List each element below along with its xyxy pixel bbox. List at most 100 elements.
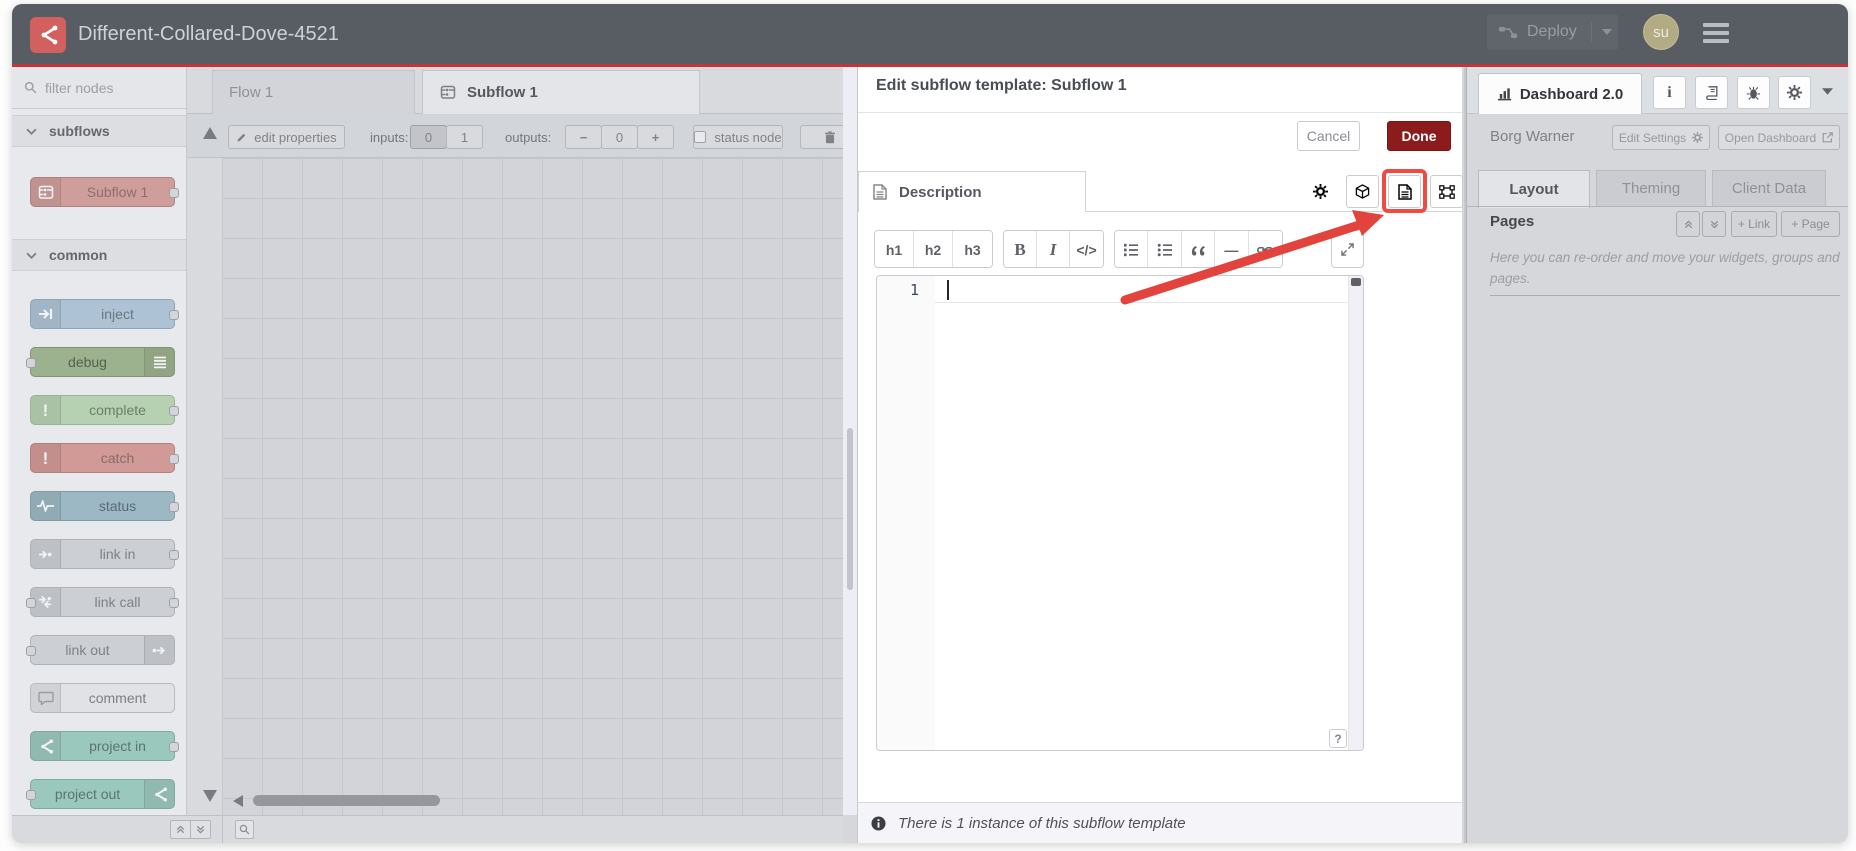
node-port-right[interactable] bbox=[169, 598, 179, 608]
canvas-zoom-search-button[interactable] bbox=[235, 820, 254, 839]
editor-help-button[interactable]: ? bbox=[1329, 729, 1347, 748]
status-node-checkbox[interactable] bbox=[694, 131, 707, 143]
tab-flow-1[interactable]: Flow 1 bbox=[212, 70, 415, 114]
palette-node-complete[interactable]: ! complete bbox=[30, 395, 179, 425]
sidebar-tab-layout[interactable]: Layout bbox=[1478, 170, 1590, 208]
palette-filter[interactable]: filter nodes bbox=[12, 67, 186, 109]
palette-node-link-call[interactable]: link call bbox=[26, 587, 179, 617]
md-hr-button[interactable]: — bbox=[1215, 231, 1249, 267]
palette-filter-placeholder: filter nodes bbox=[45, 79, 114, 96]
md-ol-button[interactable] bbox=[1115, 231, 1149, 267]
inject-icon bbox=[31, 300, 61, 328]
md-quote-button[interactable] bbox=[1181, 231, 1216, 267]
tab-subflow-1[interactable]: Subflow 1 bbox=[422, 70, 700, 114]
node-port-right[interactable] bbox=[169, 310, 179, 320]
debug-tab-button[interactable] bbox=[1737, 76, 1770, 109]
outputs-value-label: 0 bbox=[615, 129, 624, 145]
node-port-left[interactable] bbox=[26, 790, 36, 800]
md-bold-button[interactable]: B bbox=[1004, 231, 1037, 267]
node-port-right[interactable] bbox=[169, 742, 179, 752]
double-chevron-up-icon bbox=[176, 825, 185, 834]
palette-node-inject[interactable]: inject bbox=[30, 299, 179, 329]
md-link-button[interactable] bbox=[1248, 231, 1282, 267]
palette-node-project-out[interactable]: project out bbox=[26, 779, 175, 809]
node-label: link call bbox=[94, 594, 141, 610]
outputs-value[interactable]: 0 bbox=[601, 125, 638, 149]
node-port-right[interactable] bbox=[169, 550, 179, 560]
node-port-left[interactable] bbox=[26, 646, 36, 656]
config-tab-button[interactable] bbox=[1778, 76, 1811, 109]
node-port-left[interactable] bbox=[26, 358, 36, 368]
node-port-left[interactable] bbox=[26, 598, 36, 608]
md-toolbar-group: — bbox=[1114, 230, 1283, 268]
node-label: catch bbox=[100, 450, 135, 466]
inputs-1-button[interactable]: 1 bbox=[446, 125, 483, 149]
node-red-window: Different-Collared-Dove-4521 Deploy su f… bbox=[12, 4, 1848, 843]
md-h3-button[interactable]: h3 bbox=[953, 231, 992, 267]
user-avatar[interactable]: su bbox=[1643, 14, 1679, 50]
add-page-button[interactable]: + Page bbox=[1781, 211, 1840, 237]
md-h2-button[interactable]: h2 bbox=[914, 231, 953, 267]
md-toolbar-group: B I </> bbox=[1003, 230, 1104, 268]
palette-node-Subflow-1[interactable]: Subflow 1 bbox=[30, 177, 179, 207]
edit-properties-button[interactable]: edit properties bbox=[228, 125, 345, 149]
status-node-toggle[interactable]: status node bbox=[693, 125, 783, 149]
add-link-button[interactable]: + Link bbox=[1731, 211, 1777, 237]
md-italic-button[interactable]: I bbox=[1037, 231, 1070, 267]
bug-icon bbox=[1746, 85, 1761, 100]
node-port-right[interactable] bbox=[169, 188, 179, 198]
canvas-scroll-left-icon[interactable] bbox=[233, 795, 243, 807]
description-code-editor[interactable]: 1 bbox=[876, 275, 1364, 751]
md-code-button[interactable]: </> bbox=[1070, 231, 1103, 267]
sidebar-tab-client-data[interactable]: Client Data bbox=[1712, 170, 1826, 207]
move-down-button[interactable] bbox=[1702, 211, 1726, 237]
tab-description[interactable]: Description bbox=[858, 171, 1086, 212]
palette-node-debug[interactable]: debug bbox=[26, 347, 175, 377]
palette-category-common[interactable]: common bbox=[12, 239, 186, 271]
palette-node-status[interactable]: status bbox=[30, 491, 179, 521]
md-h1-button[interactable]: h1 bbox=[875, 231, 914, 267]
help-tab-button[interactable] bbox=[1695, 76, 1728, 109]
done-button[interactable]: Done bbox=[1387, 121, 1451, 151]
node-port-right[interactable] bbox=[169, 502, 179, 512]
node-port-right[interactable] bbox=[169, 406, 179, 416]
module-properties-button[interactable] bbox=[1346, 175, 1379, 208]
flow-canvas[interactable] bbox=[222, 158, 843, 815]
sidebar-tab-dashboard[interactable]: Dashboard 2.0 bbox=[1478, 73, 1642, 114]
open-dashboard-button[interactable]: Open Dashboard bbox=[1718, 125, 1840, 150]
palette-node-link-in[interactable]: link in bbox=[30, 539, 179, 569]
palette-collapse-down-button[interactable] bbox=[190, 820, 211, 839]
appearance-button[interactable] bbox=[1430, 175, 1463, 208]
palette-node-link-out[interactable]: link out bbox=[26, 635, 175, 665]
info-tab-button[interactable]: i bbox=[1653, 76, 1686, 109]
palette-scroll-down-icon[interactable] bbox=[203, 790, 217, 802]
palette-node-catch[interactable]: ! catch bbox=[30, 443, 179, 473]
palette-scroll-up-icon[interactable] bbox=[203, 127, 217, 139]
main-menu-icon[interactable] bbox=[1703, 23, 1729, 49]
canvas-horizontal-scrollbar[interactable] bbox=[253, 795, 440, 806]
editor-expand-button[interactable] bbox=[1331, 230, 1364, 268]
outputs-minus-button[interactable]: − bbox=[565, 125, 602, 149]
edit-settings-button[interactable]: Edit Settings bbox=[1612, 125, 1710, 150]
editor-settings-button[interactable] bbox=[1304, 175, 1337, 208]
sidebar-tab-theming[interactable]: Theming bbox=[1596, 170, 1706, 207]
palette-collapse-up-button[interactable] bbox=[170, 820, 191, 839]
avatar-initials: su bbox=[1653, 23, 1669, 41]
md-ul-button[interactable] bbox=[1148, 231, 1182, 267]
deploy-options-caret-icon[interactable] bbox=[1590, 22, 1612, 42]
node-port-right[interactable] bbox=[169, 454, 179, 464]
deploy-button[interactable]: Deploy bbox=[1487, 14, 1618, 50]
move-up-button[interactable] bbox=[1676, 211, 1700, 237]
magnifier-icon bbox=[239, 824, 250, 835]
editor-scrollbar-thumb[interactable] bbox=[1351, 278, 1361, 286]
sidebar-menu-caret-icon[interactable] bbox=[1822, 88, 1833, 95]
inputs-0-button[interactable]: 0 bbox=[410, 125, 447, 149]
trash-icon bbox=[824, 130, 836, 144]
canvas-vertical-scrollbar[interactable] bbox=[847, 428, 853, 590]
link-icon bbox=[1257, 245, 1274, 255]
palette-category-subflows[interactable]: subflows bbox=[12, 115, 186, 147]
palette-node-project-in[interactable]: project in bbox=[30, 731, 179, 761]
palette-node-comment[interactable]: comment bbox=[30, 683, 175, 713]
outputs-plus-button[interactable]: + bbox=[637, 125, 674, 149]
cancel-button[interactable]: Cancel bbox=[1297, 121, 1360, 151]
